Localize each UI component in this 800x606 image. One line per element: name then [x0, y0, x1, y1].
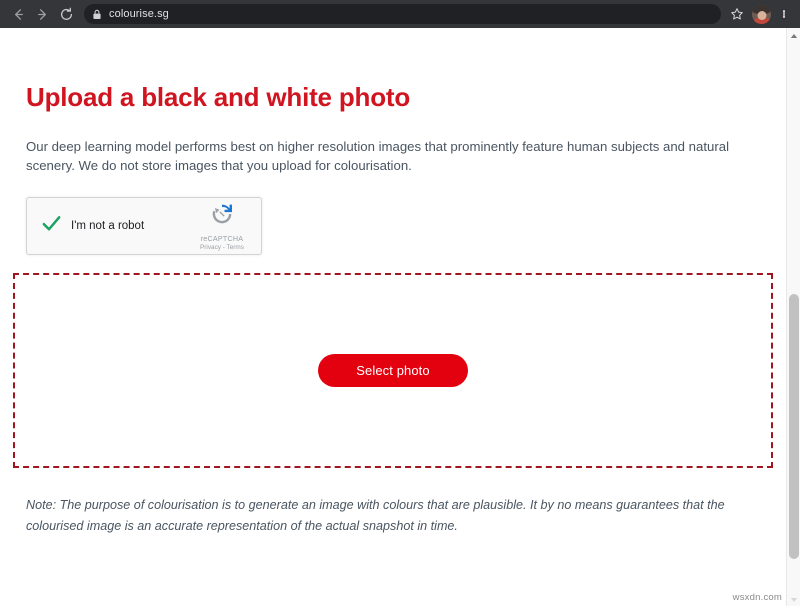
avatar-face — [757, 10, 766, 20]
page-viewport: Upload a black and white photo Our deep … — [0, 28, 800, 606]
browser-toolbar: colourise.sg — [0, 0, 800, 28]
page-title: Upload a black and white photo — [26, 82, 411, 112]
recaptcha-logo-icon — [209, 201, 235, 232]
avatar[interactable] — [752, 4, 771, 24]
recaptcha-label: I'm not a robot — [71, 220, 145, 232]
recaptcha-checkbox[interactable] — [38, 213, 64, 239]
scroll-down-arrow-icon — [790, 590, 798, 606]
forward-button[interactable] — [30, 2, 54, 26]
intro-paragraph: Our deep learning model performs best on… — [26, 139, 730, 173]
reload-button[interactable] — [54, 2, 78, 26]
photo-dropzone[interactable]: Select photo — [13, 273, 773, 468]
reload-icon — [59, 7, 74, 22]
arrow-left-icon — [11, 7, 26, 22]
three-dot-menu-icon — [782, 10, 786, 18]
address-bar-url: colourise.sg — [109, 8, 169, 20]
recaptcha-widget[interactable]: I'm not a robot reCAPTCHA Privacy - Term… — [26, 197, 262, 255]
scrollbar-thumb[interactable] — [789, 294, 799, 559]
star-icon — [730, 7, 744, 21]
address-bar[interactable]: colourise.sg — [84, 4, 721, 24]
back-button[interactable] — [6, 2, 30, 26]
page-scrollbar[interactable] — [786, 28, 800, 606]
green-checkmark-icon — [40, 212, 63, 240]
disclaimer-note: Note: The purpose of colourisation is to… — [26, 498, 725, 533]
lock-icon — [92, 9, 102, 20]
watermark: wsxdn.com — [732, 592, 782, 603]
scroll-up-arrow-icon — [790, 28, 798, 44]
scroll-down-button[interactable] — [787, 592, 800, 606]
recaptcha-brand-name: reCAPTCHA — [200, 234, 244, 243]
chrome-menu-button[interactable] — [774, 2, 794, 26]
toolbar-actions — [725, 2, 794, 26]
page-content: Upload a black and white photo Our deep … — [0, 28, 786, 606]
select-photo-button[interactable]: Select photo — [318, 354, 468, 387]
scroll-up-button[interactable] — [787, 28, 800, 42]
recaptcha-privacy-terms[interactable]: Privacy - Terms — [200, 244, 244, 251]
arrow-right-icon — [35, 7, 50, 22]
bookmark-button[interactable] — [725, 2, 749, 26]
recaptcha-branding: reCAPTCHA Privacy - Terms — [193, 201, 251, 251]
